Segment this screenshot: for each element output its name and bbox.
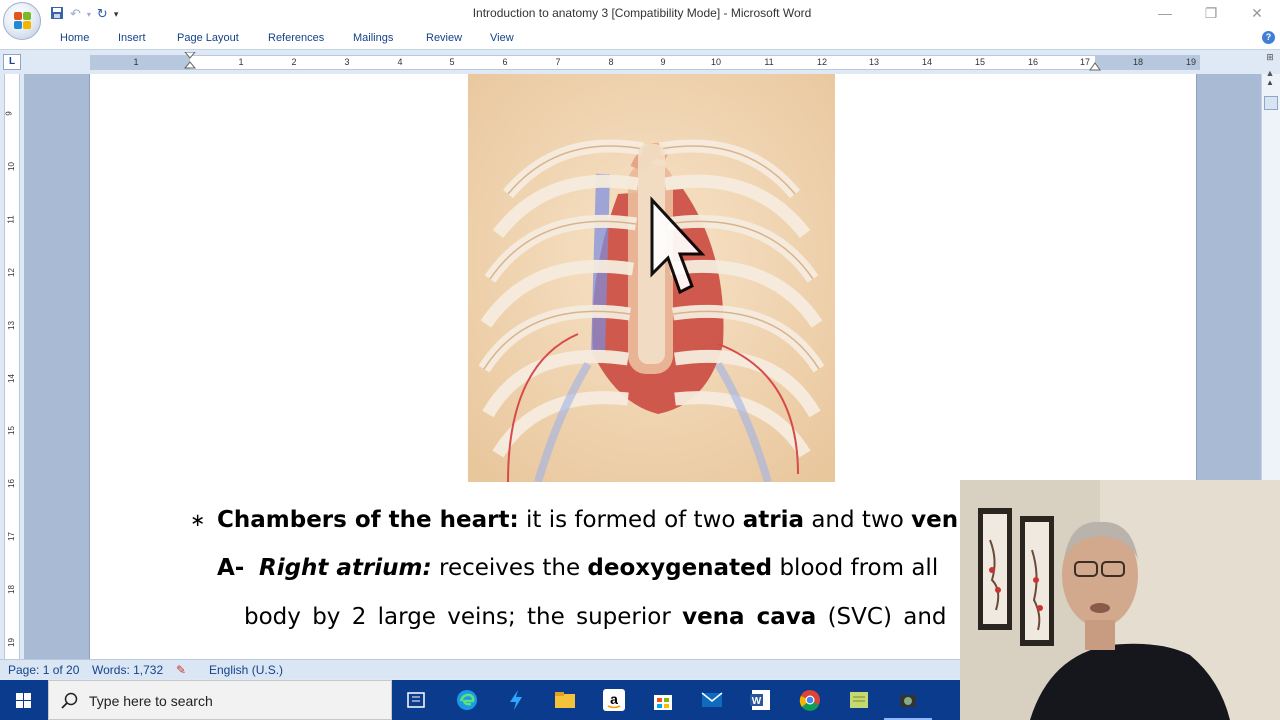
- body-text: body by 2 large veins; the superior: [244, 604, 683, 630]
- proofing-icon[interactable]: ✎: [176, 663, 186, 677]
- mouse-cursor-icon: [650, 196, 706, 295]
- ruler-number: 9: [4, 111, 14, 116]
- tab-view[interactable]: View: [490, 32, 514, 44]
- word-icon[interactable]: W: [749, 688, 773, 712]
- ruler-number: 16: [6, 479, 16, 488]
- body-text: receives the: [431, 555, 588, 581]
- body-text: and two: [804, 507, 912, 533]
- subheading-right-atrium: Right atrium:: [258, 555, 432, 581]
- ruler-number: 18: [1132, 57, 1143, 67]
- file-explorer-icon[interactable]: [553, 688, 577, 712]
- bullet-glyph: ∗: [190, 510, 206, 530]
- close-button[interactable]: ✕: [1234, 0, 1280, 28]
- ruler-number: 19: [6, 638, 16, 647]
- right-indent-marker-icon[interactable]: [1088, 60, 1102, 72]
- view-ruler-icon[interactable]: ⊞: [1261, 52, 1279, 68]
- chrome-icon[interactable]: [798, 688, 822, 712]
- ruler-number: 6: [502, 57, 508, 67]
- tab-review[interactable]: Review: [426, 32, 462, 44]
- ruler-number: 15: [974, 57, 985, 67]
- start-button[interactable]: [0, 680, 48, 720]
- ruler-number: 1: [133, 57, 139, 67]
- tab-mailings[interactable]: Mailings: [353, 32, 393, 44]
- ruler-number: 3: [344, 57, 350, 67]
- windows-icon: [16, 693, 31, 708]
- bold-term: vena cava: [682, 604, 817, 630]
- ruler-number: 5: [449, 57, 455, 67]
- taskbar-search-box[interactable]: Type here to search: [48, 680, 392, 720]
- ruler-number: 17: [6, 532, 16, 541]
- ruler-number: 1: [238, 57, 244, 67]
- ruler-number: 11: [764, 57, 774, 67]
- ruler-number: 13: [868, 57, 879, 67]
- search-placeholder: Type here to search: [89, 693, 213, 709]
- ribbon-tab-bar: Home Insert Page Layout References Maili…: [0, 28, 1280, 50]
- tab-home[interactable]: Home: [60, 32, 89, 44]
- scroll-up-icon[interactable]: ▲: [1261, 68, 1279, 84]
- ruler-number: 12: [816, 57, 827, 67]
- bold-term: ven: [911, 507, 959, 533]
- body-text: (SVC) and: [816, 604, 947, 630]
- svg-text:W: W: [752, 696, 762, 707]
- app-icon[interactable]: [504, 688, 528, 712]
- office-logo-icon: [14, 12, 32, 30]
- ruler-number: 18: [6, 585, 16, 594]
- help-icon[interactable]: ?: [1262, 31, 1275, 44]
- ruler-number: 8: [608, 57, 614, 67]
- svg-text:a: a: [610, 691, 618, 707]
- bold-term: deoxygenated: [587, 555, 773, 581]
- list-prefix: A-: [217, 555, 245, 581]
- heading-chambers: Chambers of the heart:: [217, 507, 519, 533]
- office-button[interactable]: [3, 2, 41, 40]
- ruler-number: 14: [6, 374, 16, 383]
- ruler-number: 10: [710, 57, 721, 67]
- ruler-number: 9: [660, 57, 666, 67]
- body-text: blood from all: [772, 555, 939, 581]
- tab-page-layout[interactable]: Page Layout: [177, 32, 239, 44]
- ruler-number: 11: [6, 215, 16, 224]
- page-count[interactable]: Page: 1 of 20: [8, 663, 79, 677]
- task-view-icon[interactable]: [404, 688, 428, 712]
- paragraph-line-3: body by 2 large veins; the superior vena…: [244, 604, 947, 630]
- ruler-row: L 1 1 2 3 4 5 6 7 8 9 10 11 12 13 14 15 …: [0, 50, 1280, 74]
- ruler-number: 4: [397, 57, 403, 67]
- minimize-button[interactable]: —: [1142, 0, 1188, 28]
- window-controls: — ❐ ✕: [1142, 0, 1280, 28]
- store-icon[interactable]: [651, 688, 675, 712]
- body-text: it is formed of two: [518, 507, 743, 533]
- edge-icon[interactable]: [455, 688, 479, 712]
- ruler-number: 13: [6, 321, 16, 330]
- ruler-number: 15: [6, 426, 16, 435]
- tab-insert[interactable]: Insert: [118, 32, 146, 44]
- horizontal-ruler[interactable]: 1 1 2 3 4 5 6 7 8 9 10 11 12 13 14 15 16…: [90, 52, 1200, 72]
- restore-button[interactable]: ❐: [1188, 0, 1234, 28]
- amazon-icon[interactable]: a: [602, 688, 626, 712]
- ruler-number: 2: [291, 57, 297, 67]
- ruler-number: 16: [1027, 57, 1038, 67]
- bold-term: atria: [742, 507, 805, 533]
- webcam-overlay: [960, 480, 1280, 720]
- tab-references[interactable]: References: [268, 32, 324, 44]
- ruler-number: 12: [6, 268, 16, 277]
- ruler-number: 7: [555, 57, 561, 67]
- paragraph-line-1: Chambers of the heart: it is formed of t…: [217, 507, 958, 533]
- camera-app-icon[interactable]: [896, 688, 920, 712]
- title-bar: ↶ ▾ ↻ ▾ Introduction to anatomy 3 [Compa…: [0, 0, 1280, 28]
- language-indicator[interactable]: English (U.S.): [209, 663, 283, 677]
- tab-selector-button[interactable]: L: [3, 54, 21, 70]
- window-title: Introduction to anatomy 3 [Compatibility…: [472, 6, 812, 20]
- indent-marker-icon[interactable]: [182, 52, 198, 74]
- mail-icon[interactable]: [700, 688, 724, 712]
- ruler-number: 14: [921, 57, 932, 67]
- ruler-toggle: ⊞ ▲: [1261, 52, 1279, 84]
- vertical-ruler[interactable]: 9 10 11 12 13 14 15 16 17 18 19: [4, 74, 20, 659]
- ruler-number: 10: [6, 162, 16, 171]
- word-count[interactable]: Words: 1,732: [92, 663, 163, 677]
- paragraph-line-2: A- Right atrium: receives the deoxygenat…: [217, 555, 938, 581]
- search-icon: [61, 692, 78, 709]
- ruler-number: 19: [1185, 57, 1196, 67]
- notes-icon[interactable]: [847, 688, 871, 712]
- scrollbar-thumb[interactable]: [1264, 96, 1278, 110]
